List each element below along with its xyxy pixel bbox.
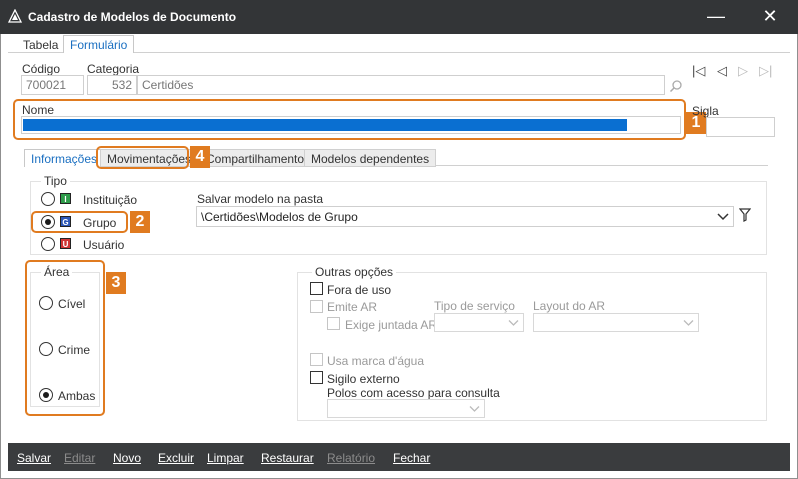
last-record-icon[interactable]: ▷| bbox=[759, 63, 772, 79]
tipo-instituicao-radio[interactable] bbox=[41, 192, 55, 206]
restaurar-button[interactable]: Restaurar bbox=[261, 451, 314, 465]
tab-formulario[interactable]: Formulário bbox=[63, 35, 135, 53]
instituicao-icon: I bbox=[60, 193, 71, 204]
chevron-down-icon bbox=[469, 406, 480, 412]
relatorio-button[interactable]: Relatório bbox=[327, 451, 375, 465]
callout-box-3 bbox=[25, 260, 105, 416]
marca-agua-label: Usa marca d'água bbox=[327, 354, 425, 368]
tipo-servico-label: Tipo de serviço bbox=[434, 299, 515, 313]
tab-tabela[interactable]: Tabela bbox=[17, 36, 64, 54]
sigla-label: Sigla bbox=[692, 104, 719, 118]
fechar-button[interactable]: Fechar bbox=[393, 451, 430, 465]
codigo-field[interactable]: 700021 bbox=[21, 75, 84, 95]
filter-icon[interactable] bbox=[739, 208, 751, 222]
novo-button[interactable]: Novo bbox=[113, 451, 141, 465]
minimize-button[interactable]: — bbox=[706, 6, 726, 26]
limpar-button[interactable]: Limpar bbox=[207, 451, 244, 465]
usuario-icon: U bbox=[60, 238, 71, 249]
outras-opcoes-title: Outras opções bbox=[312, 265, 397, 279]
title-bar: Cadastro de Modelos de Documento — ✕ bbox=[0, 0, 798, 34]
chevron-down-icon bbox=[683, 320, 694, 326]
callout-number-4: 4 bbox=[190, 146, 210, 168]
callout-number-2: 2 bbox=[130, 211, 150, 233]
categoria-label: Categoria bbox=[87, 62, 140, 76]
emite-ar-label: Emite AR bbox=[327, 300, 378, 314]
categoria-code-field[interactable]: 532 bbox=[87, 75, 137, 95]
tab-modelos-dependentes[interactable]: Modelos dependentes bbox=[304, 149, 437, 167]
callout-box-1 bbox=[13, 99, 686, 140]
first-record-icon[interactable]: |◁ bbox=[692, 63, 705, 79]
exige-juntada-label: Exige juntada AR bbox=[345, 318, 438, 332]
editar-button[interactable]: Editar bbox=[64, 451, 95, 465]
sigilo-externo-label: Sigilo externo bbox=[327, 372, 400, 386]
next-record-icon[interactable]: ▷ bbox=[738, 63, 748, 79]
pasta-select[interactable]: \Certidões\Modelos de Grupo bbox=[196, 206, 734, 227]
layout-ar-label: Layout do AR bbox=[533, 299, 606, 313]
codigo-label: Código bbox=[22, 62, 61, 76]
previous-record-icon[interactable]: ◁ bbox=[717, 63, 727, 79]
chevron-down-icon bbox=[508, 320, 519, 326]
excluir-button[interactable]: Excluir bbox=[158, 451, 194, 465]
chevron-down-icon[interactable] bbox=[717, 212, 729, 221]
emite-ar-checkbox[interactable] bbox=[310, 300, 323, 313]
callout-number-3: 3 bbox=[106, 272, 126, 294]
pasta-label: Salvar modelo na pasta bbox=[197, 192, 324, 206]
polos-select[interactable] bbox=[327, 399, 485, 418]
layout-ar-select[interactable] bbox=[533, 313, 699, 332]
tipo-usuario-label: Usuário bbox=[83, 238, 125, 252]
close-button[interactable]: ✕ bbox=[760, 6, 780, 26]
exige-juntada-checkbox[interactable] bbox=[327, 317, 340, 330]
callout-box-2 bbox=[31, 211, 128, 233]
search-icon[interactable] bbox=[669, 79, 683, 93]
sigla-field[interactable] bbox=[706, 117, 775, 137]
window-title: Cadastro de Modelos de Documento bbox=[28, 10, 237, 24]
callout-box-4 bbox=[96, 146, 189, 169]
salvar-button[interactable]: Salvar bbox=[17, 451, 51, 465]
polos-label: Polos com acesso para consulta bbox=[327, 386, 500, 400]
categoria-name-field[interactable]: Certidões bbox=[137, 75, 665, 95]
fora-de-uso-checkbox[interactable] bbox=[310, 282, 323, 295]
marca-agua-checkbox[interactable] bbox=[310, 353, 323, 366]
fora-de-uso-label: Fora de uso bbox=[327, 283, 392, 297]
tipo-usuario-radio[interactable] bbox=[41, 237, 55, 251]
tipo-instituicao-label: Instituição bbox=[83, 193, 138, 207]
tipo-title: Tipo bbox=[41, 174, 70, 188]
tipo-servico-select[interactable] bbox=[434, 313, 524, 332]
app-logo-icon bbox=[8, 9, 22, 23]
tab-informacoes[interactable]: Informações bbox=[24, 149, 105, 167]
pasta-value: \Certidões\Modelos de Grupo bbox=[201, 210, 358, 224]
sigilo-externo-checkbox[interactable] bbox=[310, 371, 323, 384]
